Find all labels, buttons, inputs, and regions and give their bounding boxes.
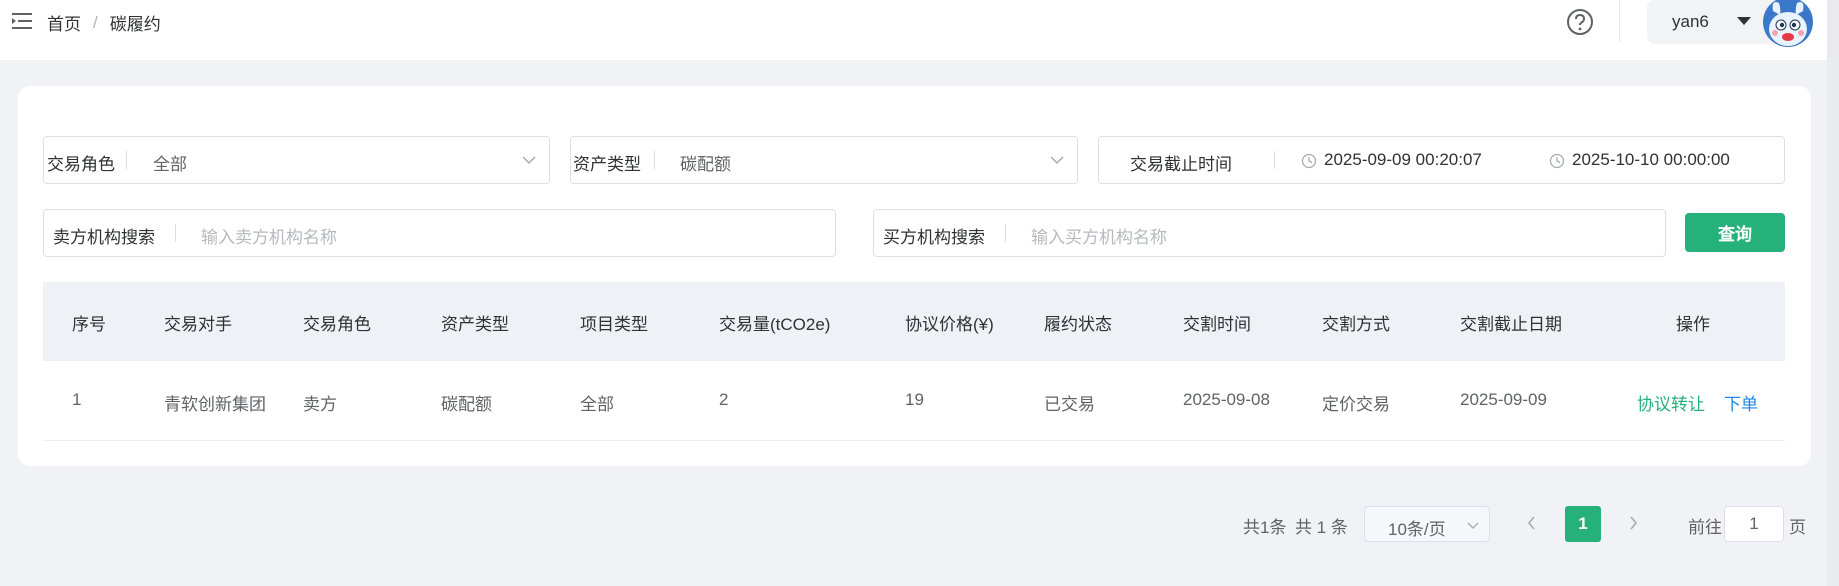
deadline-start[interactable]: 2025-09-09 00:20:07 <box>1324 150 1482 170</box>
goto-label: 前往 <box>1688 518 1722 537</box>
asset-type-value: 碳配额 <box>680 155 731 174</box>
col-index: 序号 <box>72 315 106 334</box>
seller-search[interactable]: 卖方机构搜索 输入卖方机构名称 <box>43 209 836 257</box>
table-row: 1 青软创新集团 卖方 碳配额 全部 2 19 已交易 2025-09-08 定… <box>43 361 1785 441</box>
top-bar: 首页 / 碳履约 yan6 <box>0 0 1839 60</box>
page-size-value: 10条/页 <box>1388 520 1446 539</box>
cell-delivery-method: 定价交易 <box>1322 395 1390 414</box>
role-select-label: 交易角色 <box>47 155 115 174</box>
page-scrollbar[interactable] <box>1827 0 1839 586</box>
field-divider <box>126 151 127 169</box>
table-header: 序号 交易对手 交易角色 资产类型 项目类型 交易量(tCO2e) 协议价格(¥… <box>43 282 1785 361</box>
cell-delivery-time: 2025-09-08 <box>1183 390 1270 409</box>
field-divider <box>1274 151 1275 169</box>
goto-page-input[interactable]: 1 <box>1724 506 1784 542</box>
breadcrumb-separator: / <box>93 12 98 32</box>
user-name[interactable]: yan6 <box>1672 12 1709 32</box>
col-asset: 资产类型 <box>441 315 509 334</box>
buyer-search-label: 买方机构搜索 <box>883 228 985 247</box>
caret-down-icon[interactable] <box>1737 17 1751 25</box>
role-select[interactable]: 交易角色 全部 <box>43 136 550 184</box>
menu-fold-icon[interactable] <box>12 11 36 31</box>
col-price: 协议价格(¥) <box>905 315 994 334</box>
col-role: 交易角色 <box>303 315 371 334</box>
pagination-total-count: 共 1 条 <box>1295 518 1348 537</box>
clock-icon <box>1301 153 1317 169</box>
cell-counterparty: 青软创新集团 <box>164 395 266 414</box>
chevron-left-icon[interactable] <box>1524 514 1540 532</box>
deadline-label: 交易截止时间 <box>1130 155 1232 174</box>
breadcrumb-home[interactable]: 首页 <box>47 10 81 35</box>
col-counterparty: 交易对手 <box>164 315 232 334</box>
deadline-end[interactable]: 2025-10-10 00:00:00 <box>1572 150 1730 170</box>
asset-type-select[interactable]: 资产类型 碳配额 <box>570 136 1078 184</box>
cell-status: 已交易 <box>1044 395 1095 414</box>
query-button[interactable]: 查询 <box>1685 213 1785 252</box>
deadline-range-picker[interactable]: 交易截止时间 2025-09-09 00:20:07 2025-10-10 00… <box>1098 136 1785 184</box>
cell-role: 卖方 <box>303 395 337 414</box>
page-size-select[interactable]: 10条/页 <box>1364 506 1490 542</box>
col-actions: 操作 <box>1676 315 1710 334</box>
buyer-search[interactable]: 买方机构搜索 输入买方机构名称 <box>873 209 1666 257</box>
chevron-right-icon[interactable] <box>1625 514 1641 532</box>
chevron-down-icon <box>522 156 536 165</box>
chevron-down-icon <box>1050 156 1064 165</box>
avatar[interactable] <box>1763 0 1813 47</box>
header-divider <box>1619 0 1620 42</box>
cell-deadline: 2025-09-09 <box>1460 390 1547 409</box>
field-divider <box>1005 224 1006 242</box>
pagination-total: 共1条 <box>1243 518 1287 537</box>
cell-project: 全部 <box>580 395 614 414</box>
col-status: 履约状态 <box>1044 315 1112 334</box>
goto-suffix: 页 <box>1789 518 1806 537</box>
order-link[interactable]: 下单 <box>1724 390 1758 415</box>
field-divider <box>175 224 176 242</box>
field-divider <box>654 151 655 169</box>
cell-volume: 2 <box>719 390 729 409</box>
role-select-value: 全部 <box>153 155 187 174</box>
chevron-down-icon <box>1467 522 1479 529</box>
col-delivery-time: 交割时间 <box>1183 315 1251 334</box>
transfer-link[interactable]: 协议转让 <box>1637 390 1705 415</box>
clock-icon <box>1549 153 1565 169</box>
col-deadline: 交割截止日期 <box>1460 315 1562 334</box>
asset-type-label: 资产类型 <box>573 155 641 174</box>
buyer-search-input[interactable]: 输入买方机构名称 <box>1031 223 1167 248</box>
seller-search-label: 卖方机构搜索 <box>53 228 155 247</box>
col-delivery-method: 交割方式 <box>1322 315 1390 334</box>
cell-asset: 碳配额 <box>441 395 492 414</box>
cell-index: 1 <box>72 390 82 409</box>
col-volume: 交易量(tCO2e) <box>719 315 831 334</box>
col-project: 项目类型 <box>580 315 648 334</box>
page-number-current[interactable]: 1 <box>1565 506 1601 542</box>
breadcrumb: 首页 / 碳履约 <box>47 10 161 35</box>
breadcrumb-current: 碳履约 <box>109 15 161 34</box>
cell-price: 19 <box>905 390 924 409</box>
seller-search-input[interactable]: 输入卖方机构名称 <box>201 223 337 248</box>
help-circle-icon[interactable] <box>1566 8 1594 36</box>
